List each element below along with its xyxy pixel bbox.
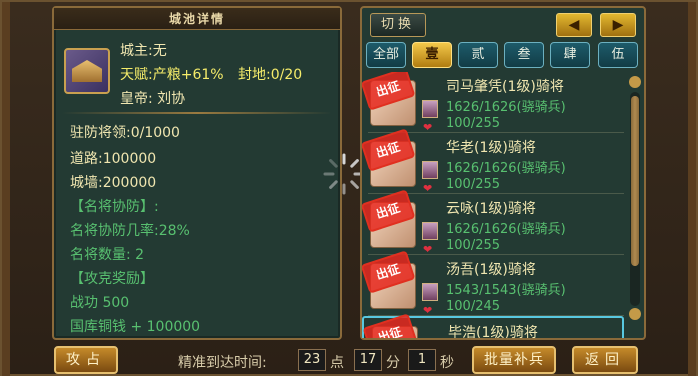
general-row[interactable]: 出征 ❤ 司马肇凭(1级)骑将 1626/1626(骁骑兵) 100/255 — [362, 72, 624, 133]
general-troops: 1543/1543(骁骑兵) — [446, 283, 566, 298]
general-troops: 1626/1626(骁骑兵) — [446, 222, 566, 237]
merit-reward: 战功 500 — [70, 295, 130, 311]
general-name: 毕浩(1级)骑将 — [448, 325, 538, 338]
back-button[interactable]: 返回 — [572, 346, 638, 374]
road-value: 道路:100000 — [70, 151, 157, 167]
general-troops: 1626/1626(骁骑兵) — [446, 161, 566, 176]
divider — [62, 112, 332, 114]
general-energy: 100/245 — [446, 299, 501, 314]
famous-defense-header: 【名将协防】: — [70, 199, 159, 215]
city-emperor: 皇帝: 刘协 — [120, 91, 186, 107]
general-list: 出征 ❤ 司马肇凭(1级)骑将 1626/1626(骁骑兵) 100/255 出… — [362, 72, 626, 338]
scroll-up-button[interactable] — [629, 76, 641, 88]
city-roof-icon — [72, 60, 102, 82]
general-row-selected[interactable]: 出征 毕浩(1级)骑将 — [362, 313, 624, 338]
general-troops: 1626/1626(骁骑兵) — [446, 100, 566, 115]
heart-icon: ❤ — [423, 243, 433, 256]
panel-title: 城池详情 — [54, 8, 340, 30]
general-select-panel: 切换 ◀ ▶ 全部 壹 贰 叁 肆 伍 出征 ❤ 司马肇凭(1级)骑将 1626… — [360, 6, 646, 340]
attack-button[interactable]: 攻占 — [54, 346, 118, 374]
scrollbar-track[interactable] — [630, 92, 640, 306]
city-info-panel: 城池详情 城主:无 天赋:产粮+61% 封地:0/20 皇帝: 刘协 驻防将领:… — [52, 6, 342, 340]
city-lord: 城主:无 — [120, 43, 167, 59]
second-unit: 秒 — [440, 355, 454, 371]
general-name: 汤吾(1级)骑将 — [446, 262, 536, 278]
prev-page-button[interactable]: ◀ — [556, 13, 592, 37]
switch-button[interactable]: 切换 — [370, 13, 426, 37]
second-input[interactable]: 1 — [408, 349, 436, 371]
tab-3[interactable]: 叁 — [504, 42, 544, 68]
scrollbar-thumb[interactable] — [631, 96, 639, 266]
left-border-decoration — [2, 2, 10, 376]
conquest-reward-header: 【攻克奖励】 — [70, 271, 154, 287]
batch-reinforce-button[interactable]: 批量补兵 — [472, 346, 556, 374]
general-avatar-icon — [422, 161, 438, 179]
garrison-generals: 驻防将领:0/1000 — [70, 125, 180, 141]
minute-unit: 分 — [386, 355, 400, 371]
famous-general-count: 名将数量: 2 — [70, 247, 145, 263]
city-talent: 天赋:产粮+61% — [120, 67, 224, 83]
hour-input[interactable]: 23 — [298, 349, 326, 371]
tab-2[interactable]: 贰 — [458, 42, 498, 68]
general-name: 华老(1级)骑将 — [446, 140, 536, 156]
general-energy: 100/255 — [446, 238, 501, 253]
tab-5[interactable]: 伍 — [598, 42, 638, 68]
general-avatar-icon — [422, 100, 438, 118]
general-energy: 100/255 — [446, 177, 501, 192]
heart-icon: ❤ — [423, 182, 433, 195]
left-arrow-icon: ◀ — [568, 17, 580, 33]
general-energy: 100/255 — [446, 116, 501, 131]
city-detail-window: 城池详情 城主:无 天赋:产粮+61% 封地:0/20 皇帝: 刘协 驻防将领:… — [0, 0, 698, 376]
tab-all[interactable]: 全部 — [366, 42, 406, 68]
general-avatar-icon — [422, 222, 438, 240]
wall-value: 城墙:200000 — [70, 175, 157, 191]
famous-defense-rate: 名将协防几率:28% — [70, 223, 190, 239]
general-row[interactable]: 出征 ❤ 华老(1级)骑将 1626/1626(骁骑兵) 100/255 — [362, 128, 624, 195]
right-arrow-icon: ▶ — [612, 17, 624, 33]
general-name: 云咏(1级)骑将 — [446, 201, 536, 217]
hour-unit: 点 — [330, 355, 344, 371]
general-row[interactable]: 出征 ❤ 汤吾(1级)骑将 1543/1543(骁骑兵) 100/245 — [362, 250, 624, 317]
heart-icon: ❤ — [423, 304, 433, 317]
tab-4[interactable]: 肆 — [550, 42, 590, 68]
scroll-down-button[interactable] — [629, 308, 641, 320]
general-row[interactable]: 出征 ❤ 云咏(1级)骑将 1626/1626(骁骑兵) 100/255 — [362, 189, 624, 256]
next-page-button[interactable]: ▶ — [600, 13, 636, 37]
city-fief: 封地:0/20 — [238, 67, 303, 83]
tab-1[interactable]: 壹 — [412, 42, 452, 68]
deployed-stamp: 出征 — [362, 313, 418, 338]
treasury-reward: 国库铜钱 + 100000 — [70, 319, 201, 335]
minute-input[interactable]: 17 — [354, 349, 382, 371]
general-avatar-icon — [422, 283, 438, 301]
right-border-decoration — [688, 2, 696, 376]
arrival-time-label: 精准到达时间: — [178, 355, 267, 371]
city-icon — [64, 48, 110, 94]
heart-icon: ❤ — [423, 121, 433, 134]
general-name: 司马肇凭(1级)骑将 — [446, 79, 564, 95]
